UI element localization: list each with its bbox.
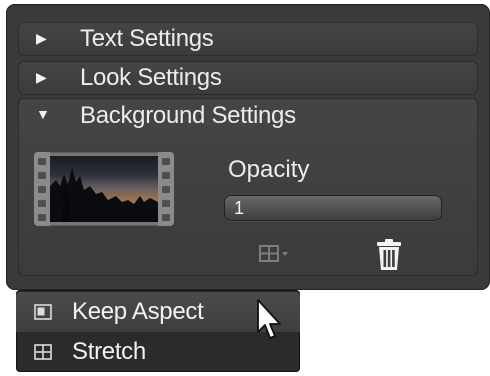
thumbnail-image [50,156,158,222]
text-settings-label: Text Settings [80,25,214,52]
filmstrip-edge [34,152,50,226]
keep-aspect-icon [34,304,52,320]
background-settings-header[interactable]: ▼ Background Settings [18,98,478,134]
keep-aspect-label: Keep Aspect [72,298,204,325]
background-settings-section: ▼ Background Settings Opacity 1 [18,98,478,276]
expand-arrow-icon: ▶ [36,30,47,46]
collapse-arrow-icon: ▼ [36,106,50,122]
text-settings-header[interactable]: ▶ Text Settings [18,22,478,56]
look-settings-label: Look Settings [80,64,222,91]
background-thumbnail[interactable] [34,152,174,226]
opacity-label: Opacity [228,156,310,183]
opacity-input[interactable]: 1 [224,195,442,221]
background-settings-label: Background Settings [80,102,296,129]
expand-arrow-icon: ▶ [36,69,47,85]
filmstrip-edge [158,152,174,226]
stretch-icon [34,344,52,360]
mouse-cursor-icon [256,298,284,346]
look-settings-header[interactable]: ▶ Look Settings [18,61,478,95]
trash-icon[interactable] [372,238,406,272]
stretch-label: Stretch [72,338,146,365]
layout-grid-dropdown-icon[interactable] [258,241,302,267]
